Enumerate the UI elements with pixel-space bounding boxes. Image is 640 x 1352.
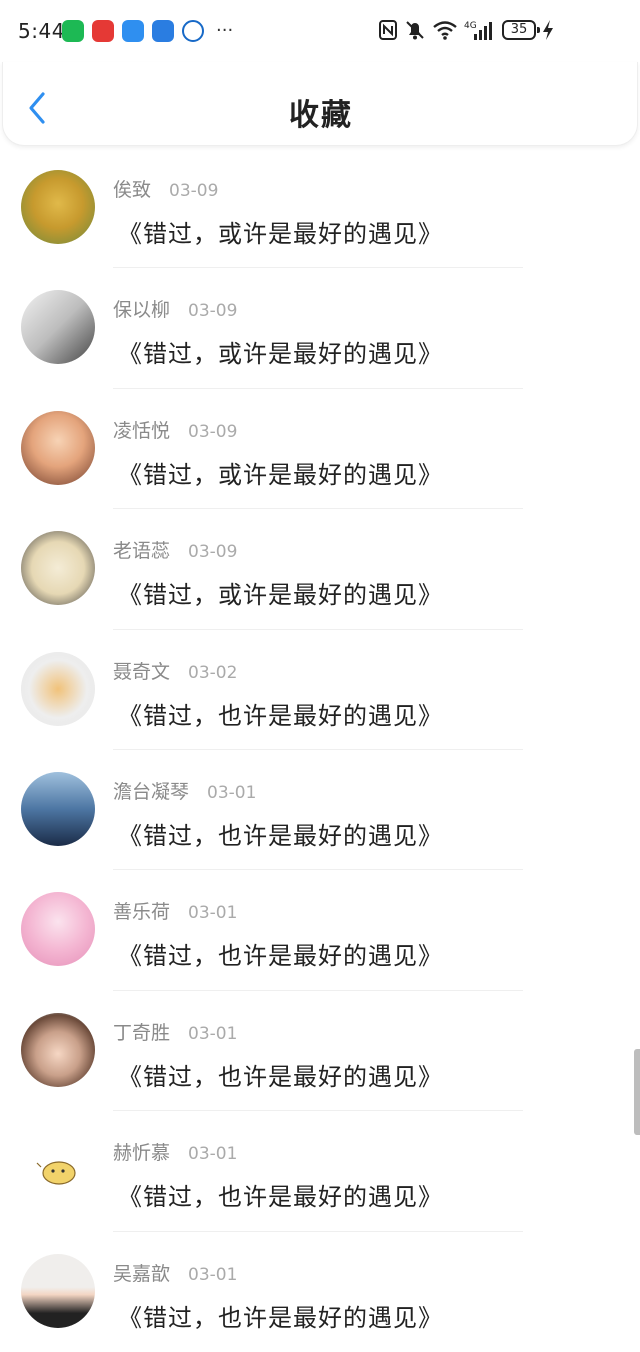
list-item[interactable]: 保以柳 03-09 《错过，或许是最好的遇见》 [0, 268, 640, 389]
item-date: 03-02 [188, 662, 238, 683]
item-date: 03-09 [188, 301, 238, 322]
wifi-icon [433, 21, 457, 40]
list-item[interactable]: 善乐荷 03-01 《错过，也许是最好的遇见》 [0, 870, 640, 991]
item-date: 03-09 [188, 542, 238, 563]
author-name: 聂奇文 [113, 660, 171, 683]
more-notifications-icon: ··· [216, 20, 234, 41]
author-name: 老语蕊 [113, 540, 171, 563]
avatar [21, 290, 95, 365]
author-name: 凌恬悦 [113, 419, 171, 442]
author-name: 吴嘉歆 [113, 1262, 171, 1285]
item-date: 03-01 [207, 782, 257, 803]
author-name: 澹台凝琴 [113, 780, 190, 803]
item-title: 《错过，也许是最好的遇见》 [118, 701, 443, 730]
list-item[interactable]: 丁奇胜 03-01 《错过，也许是最好的遇见》 [0, 991, 640, 1112]
notification-icons: ··· [62, 20, 233, 42]
item-title: 《错过，也许是最好的遇见》 [118, 821, 443, 850]
svg-text:4G: 4G [464, 21, 477, 31]
cartoon-avatar-icon [36, 1161, 76, 1185]
list-item[interactable]: 吴嘉歆 03-01 《错过，也许是最好的遇见》 [0, 1232, 640, 1352]
author-name: 善乐荷 [113, 901, 171, 924]
battery-icon: 35 [502, 20, 540, 40]
list-item[interactable]: 澹台凝琴 03-01 《错过，也许是最好的遇见》 [0, 750, 640, 871]
author-name: 保以柳 [113, 299, 171, 322]
item-date: 03-01 [188, 1264, 238, 1285]
list-item[interactable]: 赫忻慕 03-01 《错过，也许是最好的遇见》 [0, 1111, 640, 1232]
item-title: 《错过，也许是最好的遇见》 [118, 942, 443, 971]
list-item[interactable]: 凌恬悦 03-09 《错过，或许是最好的遇见》 [0, 389, 640, 510]
list-item[interactable]: 俟致 03-09 《错过，或许是最好的遇见》 [0, 148, 640, 269]
huawei-app-icon [92, 20, 114, 42]
item-author: 赫忻慕 03-01 [113, 1138, 237, 1165]
mute-bell-icon [406, 21, 424, 40]
item-author: 老语蕊 03-09 [113, 536, 237, 563]
avatar [21, 1133, 95, 1208]
avatar [21, 410, 95, 485]
page-title: 收藏 [289, 98, 353, 133]
author-name: 赫忻慕 [113, 1142, 171, 1165]
item-date: 03-01 [188, 903, 238, 924]
author-name: 丁奇胜 [113, 1021, 171, 1044]
author-name: 俟致 [113, 179, 152, 201]
nfc-icon [379, 20, 397, 40]
green-app-icon [62, 20, 84, 42]
favorites-list: 俟致 03-09 《错过，或许是最好的遇见》 保以柳 03-09 《错过，或许是最好… [0, 148, 640, 1352]
item-date: 03-09 [188, 421, 238, 442]
avatar [21, 651, 95, 726]
avatar [21, 1012, 95, 1087]
item-title: 《错过，也许是最好的遇见》 [118, 1303, 443, 1332]
cellular-signal-icon: 4G [464, 21, 492, 40]
status-time: 5:44 [18, 19, 65, 43]
header-bar: 收藏 [2, 62, 638, 146]
item-author: 聂奇文 03-02 [113, 657, 237, 684]
item-author: 丁奇胜 03-01 [113, 1018, 237, 1045]
scrollbar[interactable] [634, 1049, 640, 1135]
avatar [21, 771, 95, 846]
item-author: 俟致 03-09 [113, 175, 218, 202]
item-title: 《错过，也许是最好的遇见》 [118, 1062, 443, 1091]
avatar [21, 531, 95, 606]
item-title: 《错过，或许是最好的遇见》 [118, 340, 443, 369]
item-title: 《错过，或许是最好的遇见》 [118, 460, 443, 489]
item-title: 《错过，或许是最好的遇见》 [118, 220, 443, 248]
item-date: 03-09 [169, 181, 219, 201]
item-author: 吴嘉歆 03-01 [113, 1259, 237, 1286]
list-item[interactable]: 聂奇文 03-02 《错过，也许是最好的遇见》 [0, 630, 640, 750]
status-bar: 5:44 ··· 4G 35 [0, 0, 640, 64]
list-item[interactable]: 老语蕊 03-09 《错过，或许是最好的遇见》 [0, 509, 640, 630]
item-author: 凌恬悦 03-09 [113, 416, 237, 443]
item-date: 03-01 [188, 1144, 238, 1165]
item-title: 《错过，也许是最好的遇见》 [118, 1183, 443, 1212]
cloud-app-icon [152, 20, 174, 42]
avatar [21, 1253, 95, 1328]
item-author: 善乐荷 03-01 [113, 897, 237, 924]
charging-icon [543, 20, 553, 40]
item-author: 澹台凝琴 03-01 [113, 777, 256, 804]
item-title: 《错过，或许是最好的遇见》 [118, 581, 443, 610]
system-status-icons: 4G [378, 19, 494, 41]
item-date: 03-01 [188, 1023, 238, 1044]
pay-app-icon [182, 20, 204, 42]
avatar [21, 892, 95, 967]
avatar [21, 170, 95, 244]
item-author: 保以柳 03-09 [113, 295, 237, 322]
message-app-icon [122, 20, 144, 42]
